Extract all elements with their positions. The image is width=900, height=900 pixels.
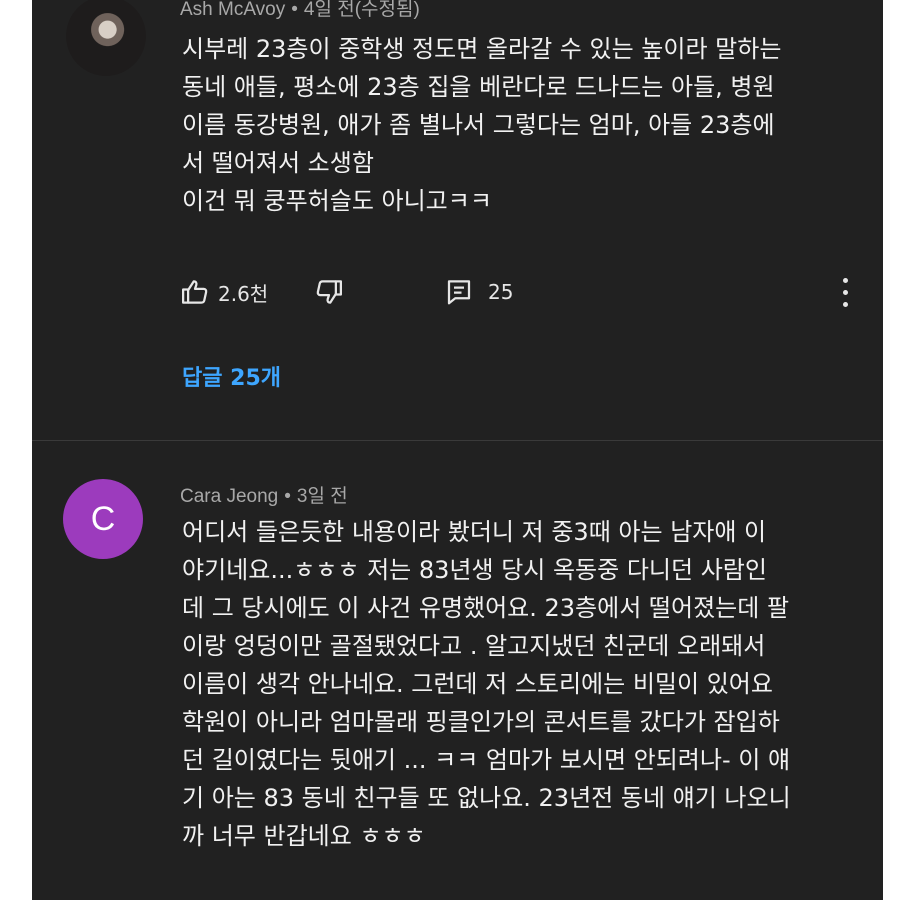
reply-button[interactable]: 25 <box>444 272 513 312</box>
comment-line: 시부레 23층이 중학생 정도면 올라갈 수 있는 높이라 말하는 <box>182 35 782 63</box>
comment-icon <box>447 280 471 305</box>
view-replies-link[interactable]: 답글 25개 <box>178 358 285 394</box>
comment-line: 이름이 생각 안나네요. 그런데 저 스토리에는 비밀이 있어요 <box>182 670 773 698</box>
comment-line: 던 길이였다는 뒷애기 ... ㅋㅋ 엄마가 보시면 안되려나- 이 얘 <box>182 746 791 774</box>
comment-text: 시부레 23층이 중학생 정도면 올라갈 수 있는 높이라 말하는 동네 애들,… <box>182 30 781 220</box>
thumbs-up-icon <box>182 280 208 304</box>
comment-line: 이랑 엉덩이만 골절됐었다고 . 알고지냈던 친군데 오래돼서 <box>182 632 766 660</box>
comment-line: 학원이 아니라 엄마몰래 핑클인가의 콘서트를 갔다가 잠입하 <box>182 708 780 736</box>
comment-item: C Cara Jeong • 3일 전 어디서 들은듯한 내용이라 봤더니 저 중3… <box>32 440 883 900</box>
meta-separator: • <box>284 486 291 507</box>
comment-line: 까 너무 반갑네요 ㅎㅎㅎ <box>182 822 426 850</box>
dot <box>843 278 848 283</box>
avatar[interactable] <box>66 0 146 76</box>
comment-meta: Cara Jeong • 3일 전 <box>180 481 354 508</box>
comment-line: 데 그 당시에도 이 사건 유명했어요. 23층에서 떨어졌는데 팔 <box>182 594 790 622</box>
reply-count: 25 <box>488 280 514 304</box>
dot <box>843 302 848 307</box>
dot <box>843 290 848 295</box>
like-button[interactable]: 2.6천 <box>180 272 268 312</box>
avatar[interactable]: C <box>63 479 143 559</box>
thumbs-down-icon <box>316 280 342 304</box>
comment-line: 서 떨어져서 소생함 <box>182 149 374 177</box>
comments-panel: Ash McAvoy • 4일 전(수정됨) 시부레 23층이 중학생 정도면 올라… <box>32 0 883 900</box>
comment-line: 이름 동강병원, 애가 좀 별나서 그렇다는 엄마, 아들 23층에 <box>182 111 775 139</box>
comment-line: 이건 뭐 쿵푸허슬도 아니고ㅋㅋ <box>182 187 492 215</box>
comment-line: 어디서 들은듯한 내용이라 봤더니 저 중3때 아는 남자애 이 <box>182 518 767 546</box>
like-count: 2.6천 <box>218 281 269 306</box>
comment-line: 동네 애들, 평소에 23층 집을 베란다로 드나드는 아들, 병원 <box>182 73 775 101</box>
comment-item: Ash McAvoy • 4일 전(수정됨) 시부레 23층이 중학생 정도면 올라… <box>32 0 883 440</box>
author-name[interactable]: Cara Jeong <box>180 486 278 507</box>
timestamp[interactable]: 4일 전(수정됨) <box>304 0 420 20</box>
timestamp[interactable]: 3일 전 <box>297 486 348 507</box>
author-name[interactable]: Ash McAvoy <box>180 0 285 20</box>
dislike-button[interactable] <box>314 272 344 312</box>
comment-meta: Ash McAvoy • 4일 전(수정됨) <box>180 0 426 21</box>
meta-separator: • <box>291 0 298 20</box>
comment-text: 어디서 들은듯한 내용이라 봤더니 저 중3때 아는 남자애 이 야기네요...… <box>182 513 791 855</box>
comment-line: 기 아는 83 동네 친구들 또 없나요. 23년전 동네 얘기 나오니 <box>182 784 791 812</box>
more-options-icon[interactable] <box>838 276 854 310</box>
comment-line: 야기네요...ㅎㅎㅎ 저는 83년생 당시 옥동중 다니던 사람인 <box>182 556 767 584</box>
comment-actions: 2.6천 25 <box>180 272 880 312</box>
